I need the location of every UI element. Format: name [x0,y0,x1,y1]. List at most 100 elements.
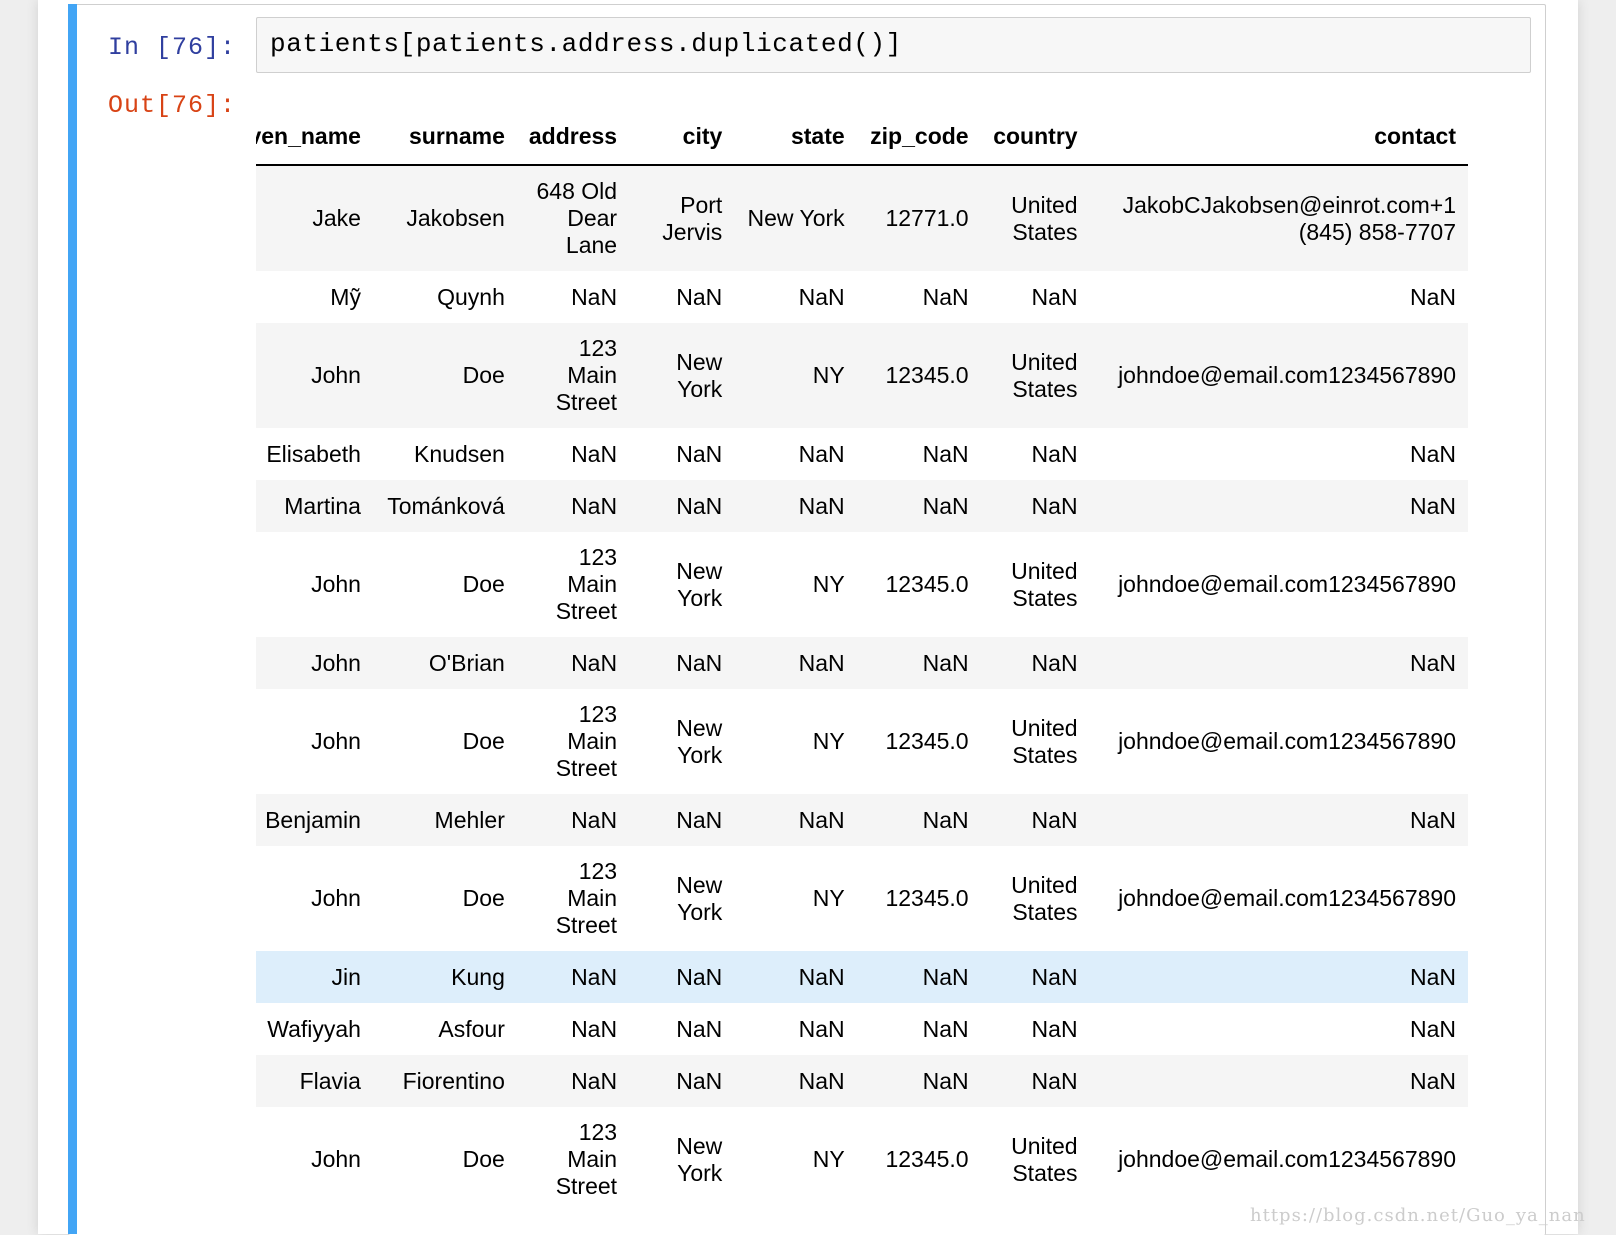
table-cell-given-name: John [311,362,361,388]
table-row: Elisabeth Knudsen NaN NaN NaN NaN NaN NaN [256,428,1468,480]
table-cell-zip-code: 12771.0 [885,205,969,231]
table-cell-city: NaN [676,1015,723,1042]
table-cell-given-name: Benjamin [265,806,361,833]
table-body: Jake Jakobsen 648 Old Dear Lane Port Jervis… [256,165,1468,1212]
table-cell-state: NY [812,362,845,388]
table-row: John Doe 123 Main Street New York NY 12345.0 U… [256,1107,1468,1212]
table-cell-zip-code: 12345.0 [885,362,969,388]
selected-cell-indicator [68,4,77,1234]
table-cell-surname: Doe [462,885,505,911]
column-header: contact [1089,108,1468,166]
table-cell-given-name: Jin [331,963,361,990]
table-cell-address: NaN [571,806,618,833]
table-cell-zip-code: NaN [922,492,969,519]
code-editor[interactable]: patients[patients.address.duplicated()] [256,17,1531,73]
table-cell-country: NaN [1031,649,1078,676]
table-cell-city: NaN [676,492,723,519]
table-cell-state: New York [747,205,845,231]
table-cell-surname: Knudsen [414,440,505,467]
table-cell-given-name: Elisabeth [266,440,361,467]
dataframe-table: given_name surname address city state zi… [256,108,1468,1212]
table-header: given_name surname address city state zi… [256,108,1468,166]
table-cell-given-name: John [311,571,361,597]
column-header: zip_code [856,108,981,166]
table-cell-state: NaN [798,440,845,467]
table-cell-zip-code: NaN [922,806,969,833]
watermark: https://blog.csdn.net/Guo_ya_nan [1250,1205,1586,1226]
table-cell-contact: johndoe@email.com1234567890 [1118,885,1456,911]
table-cell-country: NaN [1031,1015,1078,1042]
table-cell-address: NaN [571,649,618,676]
table-cell-state: NY [812,885,845,911]
table-cell-zip-code: NaN [922,1015,969,1042]
output-area: given_name surname address city state zi… [256,108,1508,1234]
table-cell-city: New York [676,871,723,925]
table-cell-contact: JakobCJakobsen@einrot.com+1 (845) 858-77… [1122,191,1456,245]
column-header: city [629,108,735,166]
table-cell-contact: johndoe@email.com1234567890 [1118,728,1456,754]
table-cell-country: United States [1011,871,1078,925]
output-prompt: Out[76]: [108,91,237,120]
table-cell-country: NaN [1031,440,1078,467]
column-header: country [980,108,1090,166]
table-cell-surname: Kung [451,963,505,990]
table-row: Wafiyyah Asfour NaN NaN NaN NaN NaN NaN [256,1003,1468,1055]
table-cell-state: NY [812,571,845,597]
table-cell-address: NaN [571,1067,618,1094]
table-cell-country: United States [1011,1132,1078,1186]
table-cell-contact: NaN [1409,649,1456,676]
table-cell-zip-code: NaN [922,963,969,990]
table-row: John O'Brian NaN NaN NaN NaN NaN NaN [256,637,1468,689]
table-cell-state: NaN [798,1015,845,1042]
table-cell-contact: NaN [1409,492,1456,519]
table-cell-zip-code: NaN [922,1067,969,1094]
table-cell-city: NaN [676,649,723,676]
table-row: John Doe 123 Main Street New York NY 12345.0 U… [256,532,1468,637]
table-cell-country: NaN [1031,492,1078,519]
table-cell-state: NaN [798,1067,845,1094]
table-cell-zip-code: NaN [922,649,969,676]
table-cell-city: NaN [676,806,723,833]
input-prompt: In [76]: [108,33,237,62]
table-cell-city: NaN [676,1067,723,1094]
table-row: John Doe 123 Main Street New York NY 12345.0 U… [256,689,1468,794]
column-header: given_name [256,108,373,166]
table-cell-given-name: Jake [312,205,361,231]
table-cell-country: NaN [1031,283,1078,310]
table-cell-city: NaN [676,440,723,467]
table-cell-state: NaN [798,806,845,833]
table-cell-address: NaN [571,1015,618,1042]
table-cell-surname: O'Brian [428,649,505,676]
table-row: Jin Kung NaN NaN NaN NaN NaN NaN [256,951,1468,1003]
table-cell-given-name: Mỹ [330,283,361,310]
table-cell-state: NaN [798,963,845,990]
table-cell-surname: Mehler [434,806,505,833]
table-cell-country: NaN [1031,963,1078,990]
table-cell-state: NaN [798,283,845,310]
table-cell-state: NaN [798,649,845,676]
table-cell-zip-code: 12345.0 [885,571,969,597]
table-cell-country: United States [1011,348,1078,402]
table-cell-contact: NaN [1409,440,1456,467]
table-cell-zip-code: 12345.0 [885,885,969,911]
header-row: given_name surname address city state zi… [256,108,1468,166]
table-row: Benjamin Mehler NaN NaN NaN NaN NaN NaN [256,794,1468,846]
table-cell-surname: Doe [462,571,505,597]
table-cell-address: NaN [571,963,618,990]
table-cell-zip-code: 12345.0 [885,1146,969,1172]
table-cell-given-name: Flavia [299,1067,361,1094]
table-cell-contact: NaN [1409,1067,1456,1094]
table-cell-city: NaN [676,963,723,990]
table-cell-surname: Doe [462,1146,505,1172]
table-cell-address: 123 Main Street [555,1119,618,1199]
table-cell-contact: johndoe@email.com1234567890 [1118,1146,1456,1172]
table-cell-surname: Doe [462,362,505,388]
code-text[interactable]: patients[patients.address.duplicated()] [270,29,902,59]
table-cell-contact: NaN [1409,806,1456,833]
table-cell-surname: Jakobsen [406,205,505,231]
column-header: surname [372,108,517,166]
table-cell-address: 123 Main Street [555,335,618,415]
table-cell-surname: Doe [462,728,505,754]
table-cell-contact: johndoe@email.com1234567890 [1118,362,1456,388]
table-cell-surname: Quynh [437,283,505,310]
